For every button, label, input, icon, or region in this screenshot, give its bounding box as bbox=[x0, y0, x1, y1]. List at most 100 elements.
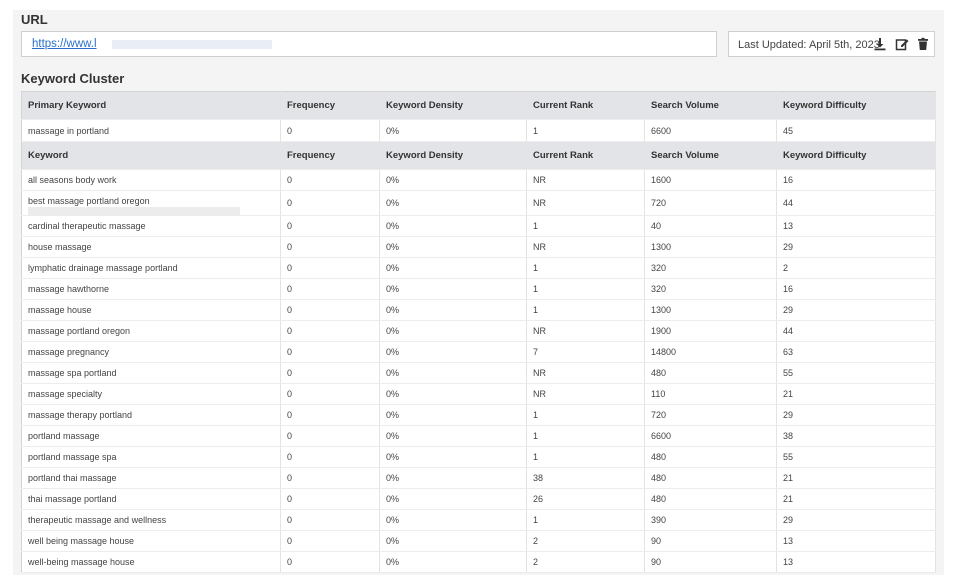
rank-cell: NR bbox=[526, 190, 645, 216]
table-row: massage pregnancy 0 0% 7 14800 63 bbox=[21, 341, 936, 363]
table-row: massage portland oregon 0 0% NR 1900 44 bbox=[21, 320, 936, 342]
volume-cell-text: 720 bbox=[651, 198, 667, 208]
volume-cell-text: 40 bbox=[651, 221, 662, 231]
difficulty-cell: 13 bbox=[776, 551, 936, 573]
url-field[interactable]: https://www.l bbox=[21, 31, 717, 57]
frequency-cell: 0 bbox=[280, 320, 380, 342]
volume-cell: 480 bbox=[644, 467, 777, 489]
rank-cell-text: 2 bbox=[533, 557, 539, 567]
frequency-cell-text: 0 bbox=[287, 494, 293, 504]
keyword-cell: massage therapy portland bbox=[21, 404, 281, 426]
difficulty-cell: 44 bbox=[776, 320, 936, 342]
col-header-current-rank[interactable]: Current Rank bbox=[526, 141, 645, 170]
frequency-cell: 0 bbox=[280, 278, 380, 300]
col-header-primary-keyword[interactable]: Primary Keyword bbox=[21, 91, 281, 120]
keyword-cluster-heading: Keyword Cluster bbox=[21, 71, 125, 86]
col-header-frequency[interactable]: Frequency bbox=[280, 91, 380, 120]
col-header-search-volume[interactable]: Search Volume bbox=[644, 91, 777, 120]
volume-cell-text: 90 bbox=[651, 536, 662, 546]
difficulty-cell: 21 bbox=[776, 383, 936, 405]
volume-cell-text: 320 bbox=[651, 263, 667, 273]
col-header-current-rank[interactable]: Current Rank bbox=[526, 91, 645, 120]
frequency-cell-text: 0 bbox=[287, 452, 293, 462]
volume-cell: 480 bbox=[644, 488, 777, 510]
edit-icon[interactable] bbox=[895, 37, 909, 51]
rank-cell-text: 1 bbox=[533, 515, 539, 525]
volume-cell-text: 390 bbox=[651, 515, 667, 525]
frequency-cell: 0 bbox=[280, 362, 380, 384]
table-row: best massage portland oregon 0 0% NR 720 44 bbox=[21, 190, 936, 216]
volume-cell-text: 480 bbox=[651, 368, 667, 378]
table-row: lymphatic drainage massage portland 0 0% 1 3… bbox=[21, 257, 936, 279]
volume-cell: 320 bbox=[644, 278, 777, 300]
frequency-cell: 0 bbox=[280, 257, 380, 279]
frequency-cell-text: 0 bbox=[287, 515, 293, 525]
volume-cell: 720 bbox=[644, 190, 777, 216]
keyword-cell: therapeutic massage and wellness bbox=[21, 509, 281, 531]
rank-cell: 1 bbox=[526, 509, 645, 531]
rank-cell: NR bbox=[526, 169, 645, 191]
frequency-cell-text: 0 bbox=[287, 557, 293, 567]
volume-cell: 14800 bbox=[644, 341, 777, 363]
frequency-cell: 0 bbox=[280, 404, 380, 426]
table-row: portland massage 0 0% 1 6600 38 bbox=[21, 425, 936, 447]
col-header-keyword-density[interactable]: Keyword Density bbox=[379, 91, 527, 120]
density-cell: 0% bbox=[379, 404, 527, 426]
frequency-cell: 0 bbox=[280, 488, 380, 510]
col-header-frequency[interactable]: Frequency bbox=[280, 141, 380, 170]
frequency-cell-text: 0 bbox=[287, 305, 293, 315]
difficulty-cell: 29 bbox=[776, 299, 936, 321]
frequency-cell-text: 0 bbox=[287, 221, 293, 231]
rank-cell-text: 1 bbox=[533, 410, 539, 420]
frequency-cell-text: 0 bbox=[287, 410, 293, 420]
keyword-cell-text: all seasons body work bbox=[28, 175, 117, 185]
col-header-keyword-density[interactable]: Keyword Density bbox=[379, 141, 527, 170]
col-header-keyword-difficulty[interactable]: Keyword Difficulty bbox=[776, 91, 936, 120]
volume-cell: 720 bbox=[644, 404, 777, 426]
frequency-cell: 0 bbox=[280, 215, 380, 237]
difficulty-cell: 13 bbox=[776, 215, 936, 237]
rank-cell: 1 bbox=[526, 446, 645, 468]
density-cell: 0% bbox=[379, 257, 527, 279]
density-cell-text: 0% bbox=[386, 284, 400, 294]
rank-cell-text: NR bbox=[533, 389, 546, 399]
table-row: massage house 0 0% 1 1300 29 bbox=[21, 299, 936, 321]
keyword-cell-text: lymphatic drainage massage portland bbox=[28, 263, 178, 273]
rank-cell: NR bbox=[526, 362, 645, 384]
frequency-cell: 0 bbox=[280, 383, 380, 405]
keyword-cell-text: massage pregnancy bbox=[28, 347, 110, 357]
keyword-cell: lymphatic drainage massage portland bbox=[21, 257, 281, 279]
difficulty-cell-text: 55 bbox=[783, 452, 794, 462]
frequency-cell: 0 bbox=[280, 169, 380, 191]
rank-cell-text: NR bbox=[533, 175, 546, 185]
difficulty-cell-text: 13 bbox=[783, 536, 794, 546]
col-header-search-volume[interactable]: Search Volume bbox=[644, 141, 777, 170]
col-header-keyword-difficulty[interactable]: Keyword Difficulty bbox=[776, 141, 936, 170]
density-cell-text: 0% bbox=[386, 473, 400, 483]
density-cell: 0% bbox=[379, 341, 527, 363]
difficulty-cell-text: 13 bbox=[783, 557, 794, 567]
density-cell-text: 0% bbox=[386, 326, 400, 336]
volume-cell-text: 6600 bbox=[651, 431, 672, 441]
rank-cell: 1 bbox=[526, 299, 645, 321]
download-icon[interactable] bbox=[873, 37, 887, 51]
keyword-cell: massage spa portland bbox=[21, 362, 281, 384]
frequency-cell: 0 bbox=[280, 341, 380, 363]
keyword-cell: well-being massage house bbox=[21, 551, 281, 573]
volume-cell: 90 bbox=[644, 530, 777, 552]
trash-icon[interactable] bbox=[916, 37, 930, 51]
col-header-keyword[interactable]: Keyword bbox=[21, 141, 281, 170]
difficulty-cell-text: 44 bbox=[783, 198, 794, 208]
url-link[interactable]: https://www.l bbox=[32, 38, 97, 50]
keyword-cell-text: cardinal therapeutic massage bbox=[28, 221, 146, 231]
rank-cell-text: 1 bbox=[533, 263, 539, 273]
volume-cell-text: 480 bbox=[651, 494, 667, 504]
frequency-cell-text: 0 bbox=[287, 198, 293, 208]
difficulty-cell: 29 bbox=[776, 509, 936, 531]
keyword-cell-text: massage portland oregon bbox=[28, 326, 131, 336]
rank-cell-text: 1 bbox=[533, 452, 539, 462]
keyword-header-row: Keyword Frequency Keyword Density Curren… bbox=[21, 141, 936, 170]
volume-cell-text: 110 bbox=[651, 389, 666, 399]
keyword-cell-text: well-being massage house bbox=[28, 557, 135, 567]
keyword-cell-text: massage specialty bbox=[28, 389, 103, 399]
